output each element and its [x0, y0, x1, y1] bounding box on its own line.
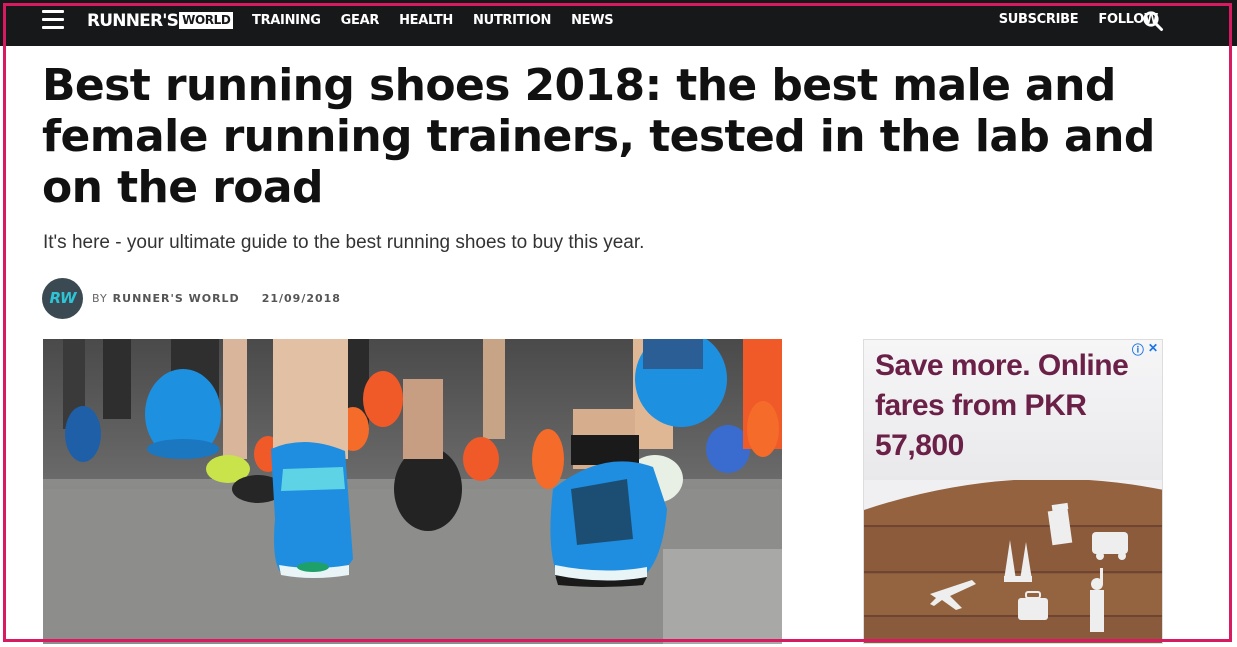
logo-main-text: RUNNER'S: [87, 11, 179, 31]
nav-health[interactable]: HEALTH: [399, 13, 453, 28]
nav-gear[interactable]: GEAR: [341, 13, 380, 28]
ad-choices: ⓘ ✕: [1132, 341, 1158, 358]
site-logo[interactable]: RUNNER'S WORLD: [87, 11, 234, 31]
author-name[interactable]: RUNNER'S WORLD: [113, 292, 240, 305]
ad-headline: Save more. Online fares from PKR 57,800: [875, 349, 1129, 462]
running-shoes-photo: [43, 339, 782, 644]
top-navigation-bar: RUNNER'S WORLD TRAINING GEAR HEALTH NUTRI…: [0, 0, 1237, 46]
ad-travel-illustration: [864, 480, 1162, 643]
article-headline: Best running shoes 2018: the best male a…: [42, 60, 1155, 213]
publish-date: 21/09/2018: [261, 291, 341, 305]
nav-nutrition[interactable]: NUTRITION: [473, 13, 551, 28]
main-nav: TRAINING GEAR HEALTH NUTRITION NEWS: [252, 13, 633, 28]
byline-prefix: BY: [92, 291, 108, 305]
ad-close-icon[interactable]: ✕: [1148, 341, 1158, 358]
nav-training[interactable]: TRAINING: [252, 13, 321, 28]
logo-box-text: WORLD: [179, 12, 234, 29]
search-icon[interactable]: [1142, 10, 1164, 32]
hero-image[interactable]: [43, 339, 782, 644]
nav-news[interactable]: NEWS: [571, 13, 614, 28]
author-avatar[interactable]: RW: [42, 277, 83, 319]
article-dek: It's here - your ultimate guide to the b…: [43, 232, 645, 253]
menu-icon[interactable]: [42, 10, 64, 30]
ad-info-icon[interactable]: ⓘ: [1132, 341, 1144, 358]
byline: RW BY RUNNER'S WORLD 21/09/2018: [42, 277, 341, 319]
utility-nav: SUBSCRIBE FOLLOW: [979, 12, 1159, 27]
advertisement[interactable]: Save more. Online fares from PKR 57,800 …: [863, 339, 1163, 644]
avatar-initials: RW: [49, 289, 76, 307]
subscribe-link[interactable]: SUBSCRIBE: [999, 12, 1079, 27]
